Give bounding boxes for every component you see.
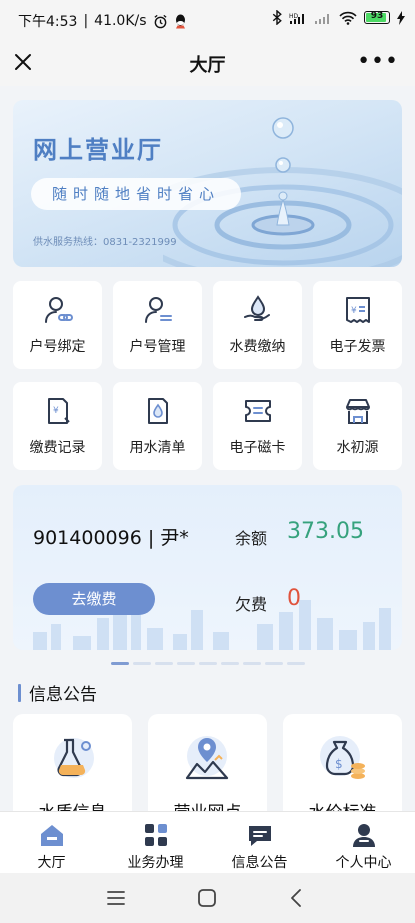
status-net-speed: 41.0K/s [94,13,147,29]
service-grid-row-1: 户号绑定 户号管理 水费缴纳 ¥ 电子发票 [13,281,402,369]
service-label: 电子磁卡 [229,440,286,456]
carousel-dot[interactable] [155,662,173,665]
status-left: 下午4:53 | 41.0K/s [18,11,187,31]
tab-label: 大厅 [37,855,66,871]
battery-icon: 93 [364,11,390,24]
notice-water-quality[interactable]: 水质信息 [13,714,132,811]
service-label: 用水清单 [129,440,186,456]
tab-notices[interactable]: 信息公告 [208,812,311,874]
charging-icon [397,10,405,25]
section-accent-bar [18,683,21,702]
notice-label: 水质信息 [13,798,132,811]
service-water-payment[interactable]: 水费缴纳 [213,281,302,369]
battery-level: 93 [370,11,384,21]
service-user-link[interactable]: 户号绑定 [13,281,102,369]
arrears-value: 0 [287,586,301,611]
service-label: 水初源 [336,440,379,456]
page-title: 大厅 [189,55,226,76]
service-invoice[interactable]: ¥ 电子发票 [313,281,402,369]
carousel-dot[interactable] [111,662,129,665]
service-water-usage[interactable]: 用水清单 [113,382,202,470]
status-time: 下午4:53 [18,14,78,30]
bluetooth-icon [272,10,282,25]
arrears-label: 欠费 [235,595,268,614]
card-icon [245,400,271,422]
service-user-manage[interactable]: 户号管理 [113,281,202,369]
tab-business[interactable]: 业务办理 [104,812,207,874]
carousel-indicator [111,662,305,665]
tab-label: 信息公告 [231,855,288,871]
tab-label: 业务办理 [127,855,184,871]
service-payment-record[interactable]: ¥ 缴费记录 [13,382,102,470]
nav-bar: 大厅 ••• [0,40,415,86]
status-separator: | [83,13,89,29]
service-grid-row-2: ¥ 缴费记录 用水清单 电子磁卡 水初源 [13,382,402,470]
menu-icon[interactable] [105,887,127,909]
user-link-icon [45,297,73,323]
flask-icon [54,738,94,778]
pay-button[interactable]: 去缴费 [33,583,155,615]
banner[interactable]: 网上营业厅 随时随地省时省心 供水服务热线：0831-2321999 [13,100,402,267]
alarm-icon [154,14,167,28]
carousel-dot[interactable] [287,662,305,665]
notice-service-outlets[interactable]: 营业网点 [148,714,267,811]
service-label: 户号绑定 [29,339,86,355]
service-label: 缴费记录 [29,440,86,456]
banner-slogan: 随时随地省时省心 [31,178,241,210]
money-bag-icon: $ [320,736,365,779]
banner-title: 网上营业厅 [33,136,163,164]
tab-profile[interactable]: 个人中心 [312,812,415,874]
service-label: 电子发票 [329,339,386,355]
map-pin-icon [185,736,229,780]
svg-text:¥: ¥ [351,306,357,316]
notice-water-price[interactable]: $ 水价标准 [283,714,402,811]
person-icon [353,824,375,847]
svg-text:¥: ¥ [53,406,59,416]
service-label: 水费缴纳 [229,339,286,355]
tab-label: 个人中心 [335,855,392,871]
payment-record-icon: ¥ [48,398,70,424]
notice-label: 营业网点 [148,798,267,811]
status-bar: 下午4:53 | 41.0K/s HD 93 [0,0,415,40]
section-title: 信息公告 [29,685,97,705]
wifi-icon [339,11,357,25]
carousel-dot[interactable] [243,662,261,665]
back-icon[interactable] [286,887,308,909]
carousel-dot[interactable] [133,662,151,665]
carousel-dot[interactable] [199,662,217,665]
notice-label: 水价标准 [283,798,402,811]
water-usage-icon [148,398,168,424]
balance-value: 373.05 [287,519,364,544]
tab-bar: 大厅 业务办理 信息公告 个人中心 [0,811,415,874]
invoice-icon: ¥ [346,297,370,323]
water-payment-icon [244,295,270,321]
carousel-dot[interactable] [221,662,239,665]
status-right: HD 93 [272,10,405,25]
message-icon [249,826,271,846]
more-icon[interactable]: ••• [357,51,399,73]
hd-signal-icon: HD [289,13,304,24]
carousel-dot[interactable] [265,662,283,665]
signal-icon [315,13,329,24]
service-label: 户号管理 [129,339,186,355]
carousel-dot[interactable] [177,662,195,665]
svg-text:HD: HD [289,13,299,20]
system-nav-bar [0,873,415,923]
home-button-icon[interactable] [196,887,218,909]
tab-hall[interactable]: 大厅 [0,812,103,874]
grid-icon [145,824,167,846]
notices-header: 信息公告 [18,680,97,705]
service-shop[interactable]: 水初源 [313,382,402,470]
home-icon [41,825,63,846]
balance-label: 余额 [235,529,268,548]
qq-icon [175,14,185,28]
service-card[interactable]: 电子磁卡 [213,382,302,470]
notices-list: 水质信息 营业网点 $ 水价标准 [13,714,415,811]
account-id: 901400096 | 尹* [33,527,189,549]
account-card: 901400096 | 尹* 余额 373.05 欠费 0 去缴费 [13,485,402,650]
user-manage-icon [145,297,172,323]
service-hotline: 供水服务热线：0831-2321999 [33,237,177,248]
svg-text:$: $ [335,757,343,771]
shop-icon [346,399,370,424]
